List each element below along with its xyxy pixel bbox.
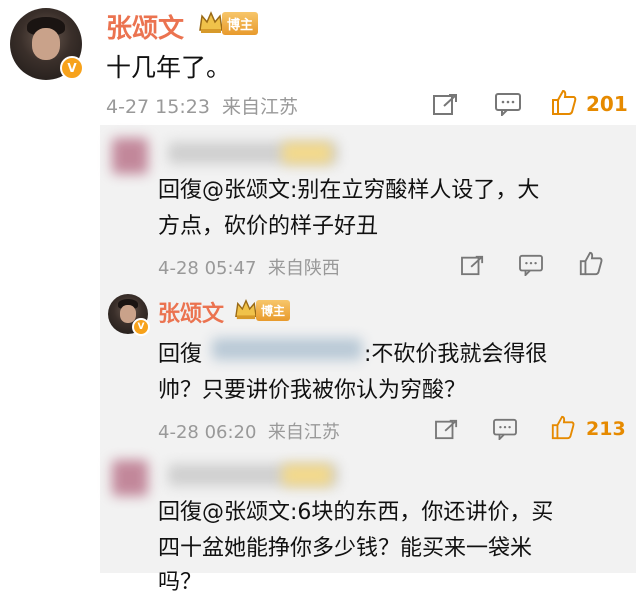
share-icon[interactable] <box>460 254 486 276</box>
crown-icon <box>235 299 257 320</box>
blurred-avatar <box>112 460 148 496</box>
post-meta: 4-27 15:23 来自江苏 <box>106 96 298 118</box>
reply-2-line-2: 帅？只要讲价我被你认为穷酸？ <box>158 378 467 403</box>
reply-2-meta: 4-28 06:20 来自江苏 <box>158 422 340 443</box>
reply-2-author-name[interactable]: 张颂文 <box>158 296 224 328</box>
blogger-badge: 博主 <box>222 12 259 35</box>
reply-2-like-count: 213 <box>586 418 626 440</box>
thumbs-up-icon[interactable] <box>578 250 604 276</box>
blurred-badge <box>282 142 332 164</box>
post-content: 十几年了。 <box>106 53 232 82</box>
reply-2-line-1: :不砍价我就会得很 <box>364 342 548 367</box>
reply-3-line-3: 吗？ <box>158 570 203 595</box>
blurred-mention <box>212 338 362 360</box>
verified-badge-icon: V <box>132 318 150 336</box>
reply-3-line-1: 回復@张颂文:6块的东西，你还讲价，买 <box>158 500 554 525</box>
reply-1-line-1: 回復@张颂文:别在立穷酸样人设了，大 <box>158 178 540 203</box>
share-icon[interactable] <box>432 92 460 116</box>
thumbs-up-icon[interactable] <box>550 88 578 116</box>
reply-2-prefix: 回復 <box>158 342 203 367</box>
comment-icon[interactable] <box>494 92 522 116</box>
blurred-badge <box>282 464 332 486</box>
reply-1-line-2: 方点，砍价的样子好丑 <box>158 214 379 239</box>
reply-3-line-2: 四十盆她能挣你多少钱？能买来一袋米 <box>158 536 533 561</box>
comment-icon[interactable] <box>492 418 518 440</box>
comment-icon[interactable] <box>518 254 544 276</box>
share-icon[interactable] <box>434 418 460 440</box>
blogger-badge: 博主 <box>256 300 291 321</box>
reply-1-meta: 4-28 05:47 来自陕西 <box>158 258 340 279</box>
blurred-avatar <box>112 138 148 174</box>
post-like-count: 201 <box>586 92 628 116</box>
verified-badge-icon: V <box>60 56 84 80</box>
thumbs-up-icon[interactable] <box>550 414 576 440</box>
post-author-name[interactable]: 张颂文 <box>106 8 184 45</box>
crown-icon <box>199 11 223 33</box>
